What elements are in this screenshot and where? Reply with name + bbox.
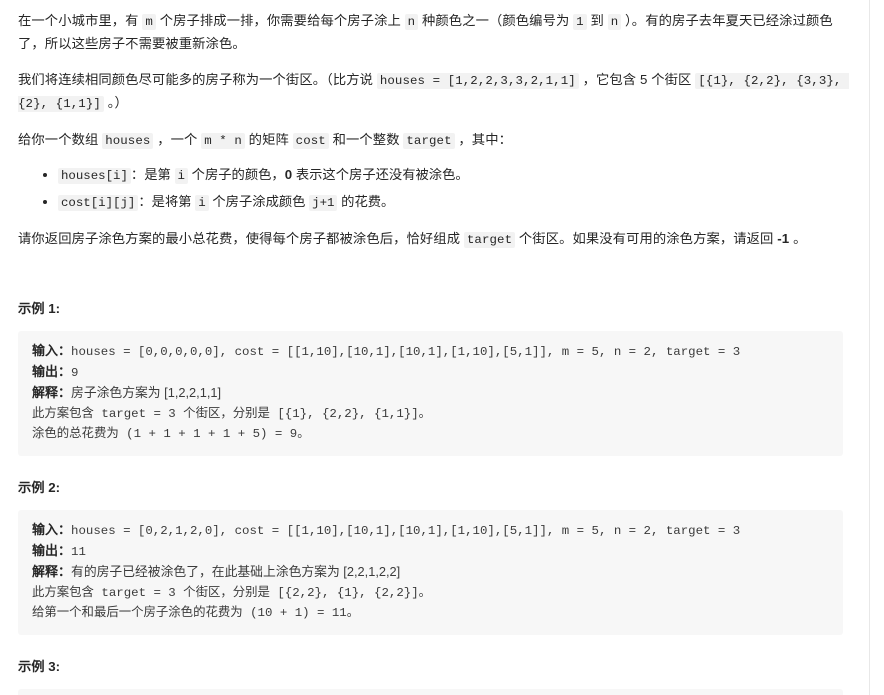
constraints-list: houses[i] ：是第 i 个房子的颜色，0 表示这个房子还没有被涂色。 co… xyxy=(18,164,843,214)
bullet2-text3: 的花费。 xyxy=(337,194,395,209)
example-3-title: 示例 3: xyxy=(18,659,61,674)
example-2-extra-line-2: 给第一个和最后一个房子涂色的花费为 (10 + 1) = 11。 xyxy=(32,606,360,620)
para4-bold-neg-one: -1 xyxy=(777,231,790,246)
para1-seg4: 到 xyxy=(586,13,608,28)
code-houses-i: houses[i] xyxy=(58,168,131,184)
code-n-2: n xyxy=(607,14,622,30)
para3-seg4: 和一个整数 xyxy=(328,132,404,147)
example-2-title: 示例 2: xyxy=(18,480,61,495)
code-target-2: target xyxy=(463,232,516,248)
para4-seg2: 个街区。如果没有可用的涂色方案，请返回 xyxy=(515,231,778,246)
example-2-block: 输入：houses = [0,2,1,2,0], cost = [[1,10],… xyxy=(18,510,843,635)
code-n: n xyxy=(404,14,419,30)
example-1-output-line: 输出：9 xyxy=(32,362,829,383)
bullet2-text1: ：是将第 xyxy=(138,194,196,209)
para2-seg2: ，它包含 5 个街区 xyxy=(578,72,696,87)
code-j-plus-1: j+1 xyxy=(309,195,338,211)
code-m-times-n: m * n xyxy=(201,133,245,149)
para4-seg3: 。 xyxy=(789,231,807,246)
example-1-input-line: 输入：houses = [0,0,0,0,0], cost = [[1,10],… xyxy=(32,341,829,362)
output-label: 输出： xyxy=(32,364,72,379)
example-2-input-line: 输入：houses = [0,2,1,2,0], cost = [[1,10],… xyxy=(32,520,829,541)
bullet2-text2: 个房子涂成颜色 xyxy=(208,194,310,209)
code-one: 1 xyxy=(573,14,587,30)
vertical-scrollbar[interactable] xyxy=(870,0,884,695)
example-1-block: 输入：houses = [0,0,0,0,0], cost = [[1,10],… xyxy=(18,331,843,456)
example-1-explain-line: 解释：房子涂色方案为 [1,2,2,1,1] xyxy=(32,383,829,404)
code-houses: houses xyxy=(102,133,154,149)
para2-seg1: 我们将连续相同颜色尽可能多的房子称为一个街区。（比方说 xyxy=(18,72,377,87)
problem-paragraph-2: 我们将连续相同颜色尽可能多的房子称为一个街区。（比方说 houses = [1,… xyxy=(18,69,849,115)
list-item: cost[i][j] ：是将第 i 个房子涂成颜色 j+1 的花费。 xyxy=(43,191,843,214)
code-target: target xyxy=(403,133,455,149)
list-item: houses[i] ：是第 i 个房子的颜色，0 表示这个房子还没有被涂色。 xyxy=(43,164,843,187)
para3-seg1: 给你一个数组 xyxy=(18,132,103,147)
code-cost: cost xyxy=(292,133,329,149)
para1-seg3: 种颜色之一（颜色编号为 xyxy=(418,13,574,28)
explain-label: 解释： xyxy=(32,385,72,400)
para1-seg2: 个房子排成一排，你需要给每个房子涂上 xyxy=(155,13,405,28)
para2-seg3: 。） xyxy=(103,95,128,110)
example-3-block: 输入：houses = [0,0,0,0,0], cost = [[1,10],… xyxy=(18,689,843,695)
code-i-2: i xyxy=(195,195,209,211)
para1-seg1: 在一个小城市里，有 xyxy=(18,13,143,28)
para3-seg3: 的矩阵 xyxy=(244,132,293,147)
output-value: 9 xyxy=(71,366,79,380)
example-2-output-line: 输出：11 xyxy=(32,541,829,562)
code-houses-example: houses = [1,2,2,3,3,2,1,1] xyxy=(376,73,579,89)
problem-description-panel: 在一个小城市里，有 m 个房子排成一排，你需要给每个房子涂上 n 种颜色之一（颜… xyxy=(0,0,870,695)
problem-content: 在一个小城市里，有 m 个房子排成一排，你需要给每个房子涂上 n 种颜色之一（颜… xyxy=(0,0,869,695)
example-2-explain-line: 解释：有的房子已经被涂色了，在此基础上涂色方案为 [2,2,1,2,2] xyxy=(32,562,829,583)
explain-label: 解释： xyxy=(32,564,72,579)
input-value: houses = [0,2,1,2,0], cost = [[1,10],[10… xyxy=(71,524,741,538)
input-label: 输入： xyxy=(32,343,72,358)
para4-seg1: 请你返回房子涂色方案的最小总花费，使得每个房子都被涂色后，恰好组成 xyxy=(18,231,464,246)
para3-seg2: ，一个 xyxy=(153,132,202,147)
output-label: 输出： xyxy=(32,543,72,558)
output-value: 11 xyxy=(71,545,86,559)
problem-paragraph-4: 请你返回房子涂色方案的最小总花费，使得每个房子都被涂色后，恰好组成 target… xyxy=(18,228,843,251)
example-2-extra-line-1: 此方案包含 target = 3 个街区，分别是 [{2,2}, {1}, {2… xyxy=(32,586,432,600)
input-label: 输入： xyxy=(32,522,72,537)
bullet1-text2: 个房子的颜色， xyxy=(187,167,285,182)
example-1-title: 示例 1: xyxy=(18,301,61,316)
code-cost-i-j: cost[i][j] xyxy=(58,195,139,211)
input-value: houses = [0,0,0,0,0], cost = [[1,10],[10… xyxy=(71,345,741,359)
example-1-extra-line-1: 此方案包含 target = 3 个街区，分别是 [{1}, {2,2}, {1… xyxy=(32,407,432,421)
example-1-extra-line-2: 涂色的总花费为 (1 + 1 + 1 + 1 + 5) = 9。 xyxy=(32,427,310,441)
problem-paragraph-3: 给你一个数组 houses ，一个 m * n 的矩阵 cost 和一个整数 t… xyxy=(18,129,843,152)
code-i: i xyxy=(174,168,188,184)
para3-seg5: ，其中： xyxy=(454,132,512,147)
problem-paragraph-1: 在一个小城市里，有 m 个房子排成一排，你需要给每个房子涂上 n 种颜色之一（颜… xyxy=(18,10,843,55)
explain-value: 房子涂色方案为 [1,2,2,1,1] xyxy=(71,385,222,400)
explain-value: 有的房子已经被涂色了，在此基础上涂色方案为 [2,2,1,2,2] xyxy=(71,564,401,579)
bullet1-text1: ：是第 xyxy=(130,167,175,182)
code-m: m xyxy=(142,14,156,30)
bullet1-text3: 表示这个房子还没有被涂色。 xyxy=(292,167,469,182)
